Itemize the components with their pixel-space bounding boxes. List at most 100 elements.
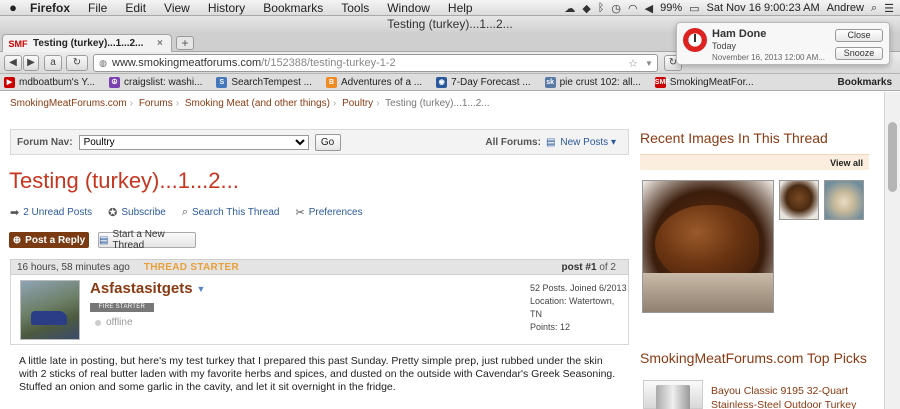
menu-firefox[interactable]: Firefox bbox=[26, 1, 79, 15]
bookmark-item[interactable]: sk pie crust 102: all... bbox=[544, 76, 641, 88]
bookmarks-bar: ▶ mdboatbum's Y... ☮ craigslist: washi... S S… bbox=[0, 74, 900, 91]
url-bar[interactable]: ◍ www.smokingmeatforums.com/t/152388/tes… bbox=[93, 54, 658, 72]
top-pick-image[interactable] bbox=[643, 380, 703, 409]
back-button[interactable]: ◀ bbox=[4, 55, 22, 71]
new-thread-button[interactable]: ▤ Start a New Thread bbox=[98, 229, 196, 251]
menu-window[interactable]: Window bbox=[378, 1, 439, 15]
page-scrollbar[interactable] bbox=[884, 92, 900, 409]
tab-close-icon[interactable]: × bbox=[157, 38, 171, 49]
new-thread-icon: ▤ bbox=[99, 234, 109, 246]
recent-image-turkey-3[interactable] bbox=[824, 180, 864, 220]
bookmark-item[interactable]: S SearchTempest ... bbox=[216, 76, 312, 88]
status-dot-icon bbox=[95, 319, 101, 326]
alarm-clock-icon bbox=[683, 28, 707, 52]
bookmark-star-icon[interactable]: ☆ bbox=[625, 57, 641, 70]
new-posts-icon: ▤ bbox=[545, 136, 556, 148]
new-posts-link[interactable]: New Posts ▾ bbox=[560, 137, 616, 148]
post-header: 16 hours, 58 minutes ago THREAD STARTER … bbox=[10, 259, 629, 275]
menubar-clock[interactable]: Sat Nov 16 9:00:23 AM bbox=[707, 2, 820, 14]
bookmark-label: pie crust 102: all... bbox=[559, 76, 641, 88]
volume-icon[interactable]: ◀ bbox=[645, 2, 653, 15]
top-picks-title: SmokingMeatForums.com Top Picks bbox=[640, 350, 867, 366]
menu-bar: ● Firefox File Edit View History Bookmar… bbox=[0, 0, 900, 16]
recent-image-turkey-2[interactable] bbox=[779, 180, 819, 220]
menubar-user[interactable]: Andrew bbox=[827, 2, 864, 14]
menu-bookmarks[interactable]: Bookmarks bbox=[254, 1, 332, 15]
menu-view[interactable]: View bbox=[155, 1, 199, 15]
menu-tools[interactable]: Tools bbox=[332, 1, 378, 15]
author-menu-caret-icon[interactable]: ▼ bbox=[197, 284, 206, 294]
recent-image-turkey-main[interactable] bbox=[642, 180, 774, 313]
breadcrumb-home[interactable]: SmokingMeatForums.com bbox=[10, 98, 127, 109]
tools-icon: ✂ bbox=[295, 207, 305, 219]
new-tab-button[interactable]: + bbox=[176, 36, 194, 50]
bookmark-favicon-icon: SMF bbox=[654, 76, 670, 88]
bookmark-item[interactable]: ◉ 7-Day Forecast ... bbox=[436, 76, 531, 88]
battery-icon[interactable]: ▭ bbox=[689, 2, 699, 15]
spotlight-icon[interactable]: ⌕ bbox=[871, 2, 877, 15]
battery-percent[interactable]: 99% bbox=[660, 2, 682, 14]
notification-title: Ham Done bbox=[712, 28, 767, 40]
amazon-addon-icon[interactable]: a bbox=[44, 55, 62, 71]
bookmark-label: SearchTempest ... bbox=[231, 76, 312, 88]
page-content: SmokingMeatForums.com › Forums › Smoking M… bbox=[0, 92, 884, 409]
post-number[interactable]: post #1 of 2 bbox=[562, 262, 616, 273]
view-all-link[interactable]: View all bbox=[830, 158, 863, 168]
bookmark-item[interactable]: SMF SmokingMeatFor... bbox=[654, 76, 754, 88]
search-thread-link[interactable]: ⌕ Search This Thread bbox=[182, 206, 280, 219]
bookmark-favicon-icon: ▶ bbox=[4, 76, 15, 88]
bookmark-favicon-icon: sk bbox=[544, 76, 556, 88]
reply-plus-icon: ⊕ bbox=[12, 234, 22, 246]
reload-button[interactable]: ↻ bbox=[66, 55, 88, 71]
notification-center-icon[interactable]: ☰ bbox=[884, 2, 894, 15]
notification-date: November 16, 2013 12:00 AM... bbox=[712, 53, 825, 62]
bookmark-item[interactable]: ▶ mdboatbum's Y... bbox=[4, 76, 95, 88]
notification-snooze-button[interactable]: Snooze bbox=[835, 47, 883, 60]
menu-help[interactable]: Help bbox=[439, 1, 482, 15]
avatar[interactable] bbox=[20, 280, 80, 340]
forum-nav-label: Forum Nav: bbox=[17, 136, 73, 148]
url-dropdown-icon[interactable]: ▼ bbox=[641, 59, 657, 68]
top-pick-link[interactable]: Bayou Classic 9195 32-Quart Stainless-St… bbox=[711, 384, 871, 409]
post-reply-button[interactable]: ⊕ Post a Reply bbox=[9, 232, 89, 248]
notification-subtitle: Today bbox=[712, 41, 737, 51]
forum-nav-bar: Forum Nav: Poultry Go All Forums: ▤ New … bbox=[10, 129, 629, 155]
dropbox-icon[interactable]: ◆ bbox=[582, 2, 590, 15]
subscribe-link[interactable]: ✪ Subscribe bbox=[108, 206, 166, 219]
breadcrumb-smoking-meat[interactable]: Smoking Meat (and other things) bbox=[185, 98, 330, 109]
bookmark-label: craigslist: washi... bbox=[124, 76, 203, 88]
go-button[interactable]: Go bbox=[314, 133, 341, 151]
view-all-bar: View all bbox=[640, 154, 869, 170]
cloud-sync-icon[interactable]: ☁ bbox=[564, 2, 575, 15]
author-name[interactable]: Asfastasitgets ▼ bbox=[90, 280, 205, 297]
menu-file[interactable]: File bbox=[79, 1, 116, 15]
menu-edit[interactable]: Edit bbox=[116, 1, 155, 15]
breadcrumb-forums[interactable]: Forums bbox=[139, 98, 173, 109]
bookmark-item[interactable]: B Adventures of a ... bbox=[325, 76, 422, 88]
tab-active[interactable]: SMF Testing (turkey)...1...2... × bbox=[2, 34, 172, 52]
preferences-link[interactable]: ✂ Preferences bbox=[295, 206, 362, 219]
url-text[interactable]: www.smokingmeatforums.com/t/152388/testi… bbox=[112, 57, 625, 69]
bookmark-label: 7-Day Forecast ... bbox=[451, 76, 531, 88]
notification-close-button[interactable]: Close bbox=[835, 29, 883, 42]
menu-history[interactable]: History bbox=[199, 1, 254, 15]
scrollbar-thumb[interactable] bbox=[888, 122, 897, 192]
site-identity-icon[interactable]: ◍ bbox=[94, 58, 112, 69]
forum-nav-select[interactable]: Poultry bbox=[78, 134, 309, 150]
bookmarks-menu-button[interactable]: Bookmarks bbox=[838, 77, 892, 88]
wifi-icon[interactable]: ◠ bbox=[628, 2, 638, 15]
apple-menu-icon[interactable]: ● bbox=[0, 0, 26, 15]
post-time: 16 hours, 58 minutes ago bbox=[17, 261, 130, 273]
tab-title: Testing (turkey)...1...2... bbox=[33, 38, 144, 49]
bookmark-favicon-icon: S bbox=[216, 76, 228, 88]
unread-posts-link[interactable]: ➡ 2 Unread Posts bbox=[10, 206, 92, 219]
forward-button[interactable]: ▶ bbox=[23, 55, 39, 71]
bookmark-item[interactable]: ☮ craigslist: washi... bbox=[109, 76, 203, 88]
time-machine-icon[interactable]: ◷ bbox=[611, 2, 621, 15]
author-points: Points: 12 bbox=[530, 322, 571, 332]
recent-images-title: Recent Images In This Thread bbox=[640, 130, 828, 146]
breadcrumb-poultry[interactable]: Poultry bbox=[342, 98, 373, 109]
bluetooth-icon[interactable]: ᛒ bbox=[598, 2, 605, 14]
unread-icon: ➡ bbox=[10, 207, 20, 219]
bookmark-favicon-icon: ☮ bbox=[109, 76, 121, 88]
